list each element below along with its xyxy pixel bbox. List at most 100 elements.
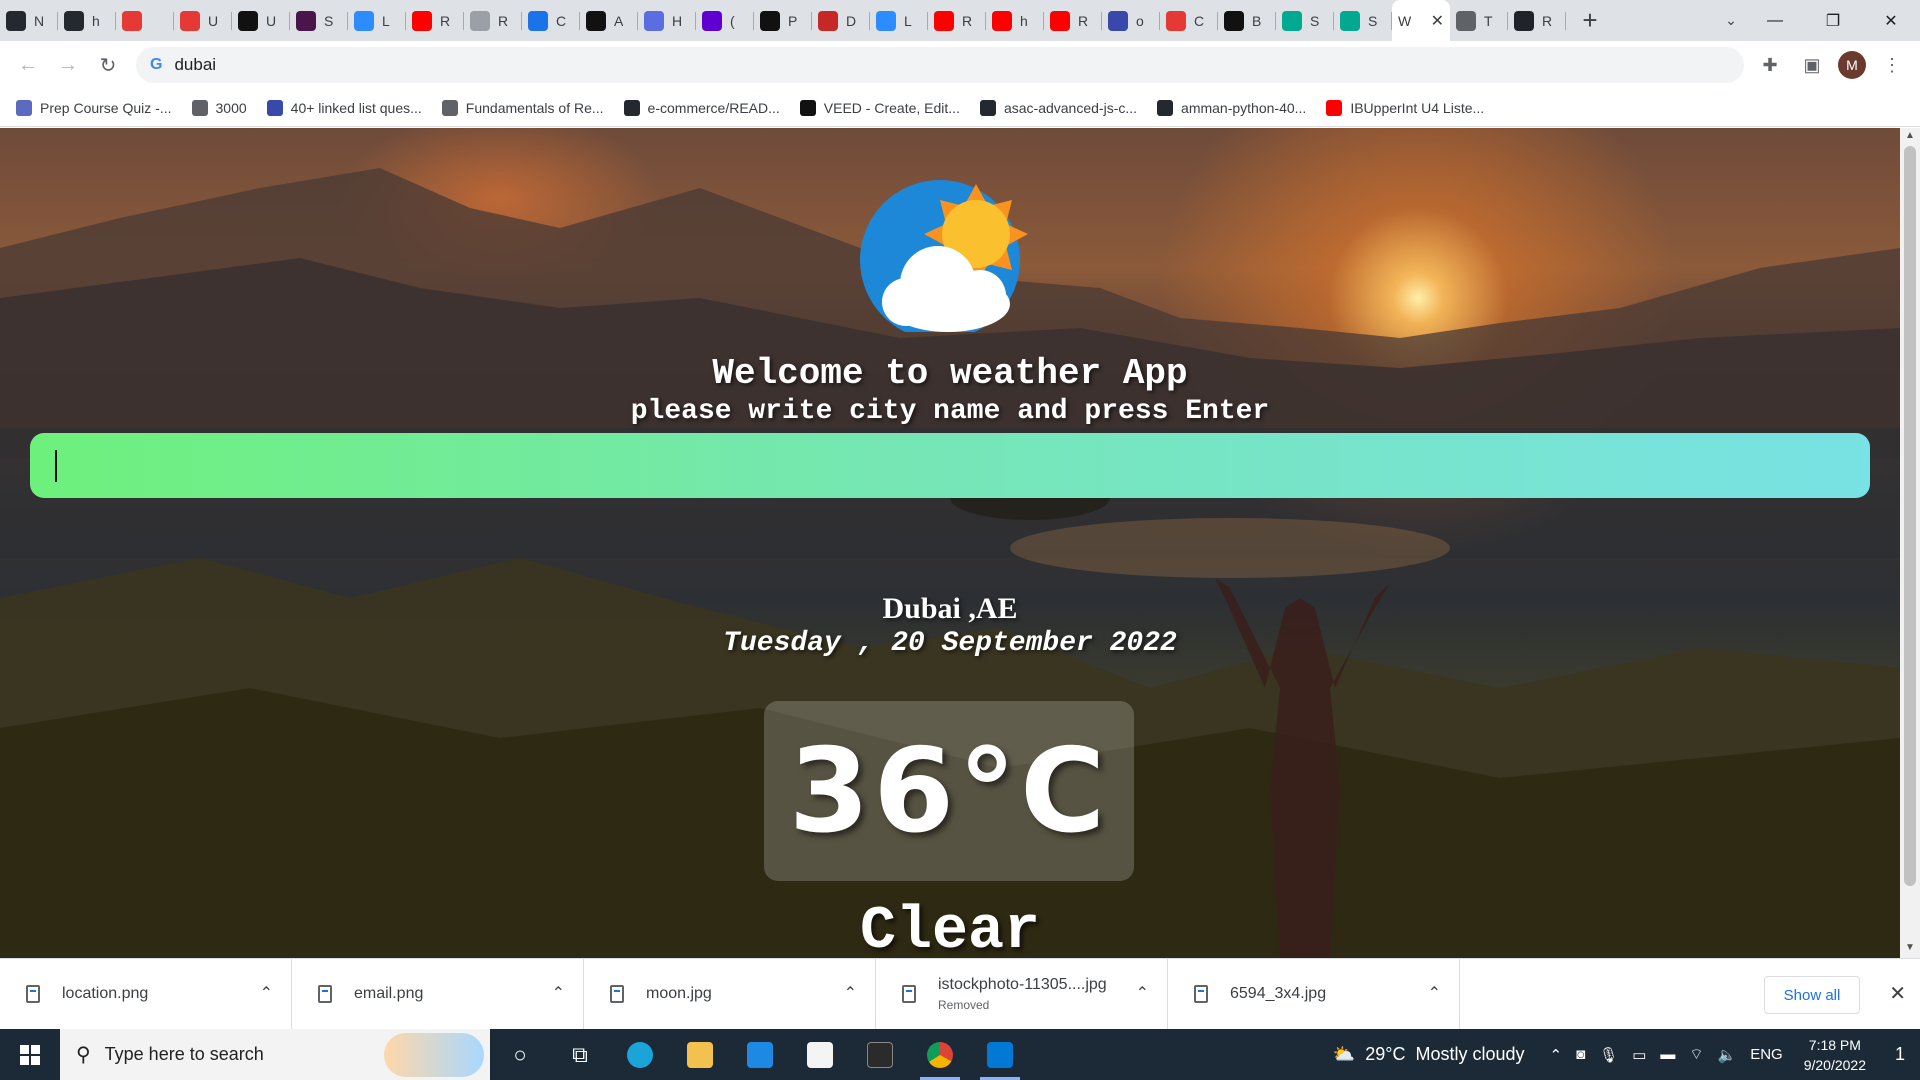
tab-search-chevron-icon[interactable]: ⌄ — [1716, 8, 1746, 32]
chevron-up-icon[interactable]: ⌃ — [1428, 983, 1441, 1003]
browser-tab[interactable]: R — [406, 0, 464, 41]
close-downloads-icon[interactable]: ✕ — [1889, 981, 1906, 1006]
forward-button[interactable]: → — [48, 45, 88, 85]
bookmark-favicon-icon — [623, 99, 640, 116]
browser-tab[interactable]: H — [638, 0, 696, 41]
minimize-button[interactable]: — — [1746, 0, 1804, 41]
browser-tab[interactable]: S — [290, 0, 348, 41]
new-tab-button[interactable]: + — [1572, 3, 1608, 39]
microsoft-store-icon[interactable] — [790, 1029, 850, 1080]
task-view-icon[interactable]: ⧉ — [550, 1029, 610, 1080]
chevron-up-icon[interactable]: ⌃ — [552, 983, 565, 1003]
address-bar[interactable]: G dubai — [136, 47, 1744, 83]
download-filename: 6594_3x4.jpg — [1230, 985, 1327, 1002]
browser-tab[interactable]: C — [1160, 0, 1218, 41]
taskbar-search-placeholder: Type here to search — [104, 1044, 264, 1064]
reload-button[interactable]: ↻ — [88, 45, 128, 85]
close-window-button[interactable]: ✕ — [1862, 0, 1920, 41]
download-item[interactable]: moon.jpg ⌃ — [584, 958, 876, 1030]
browser-tab[interactable]: h — [58, 0, 116, 41]
browser-tab[interactable]: R — [928, 0, 986, 41]
bookmark-item[interactable]: 40+ linked list ques... — [266, 99, 422, 116]
city-name: Dubai ,AE — [882, 592, 1018, 625]
bookmark-item[interactable]: VEED - Create, Edit... — [799, 99, 960, 116]
display-icon[interactable]: ▭ — [1632, 1046, 1646, 1064]
download-item[interactable]: 6594_3x4.jpg ⌃ — [1168, 958, 1460, 1030]
back-button[interactable]: ← — [8, 45, 48, 85]
maximize-button[interactable]: ❐ — [1804, 0, 1862, 41]
browser-tab[interactable]: C — [522, 0, 580, 41]
edge-icon[interactable] — [610, 1029, 670, 1080]
tab-title: C — [556, 12, 567, 29]
bookmark-label: 3000 — [215, 99, 247, 116]
browser-tab[interactable]: U — [174, 0, 232, 41]
chevron-up-icon[interactable]: ⌃ — [1136, 983, 1149, 1003]
browser-tab[interactable]: h — [986, 0, 1044, 41]
taskbar-weather-widget[interactable]: ⛅ 29°C Mostly cloudy — [1333, 1044, 1525, 1065]
file-explorer-icon[interactable] — [670, 1029, 730, 1080]
browser-tab[interactable]: L — [348, 0, 406, 41]
menu-kebab-icon[interactable]: ⋮ — [1876, 49, 1908, 81]
input-language[interactable]: ENG — [1750, 1046, 1783, 1063]
bookmark-item[interactable]: Prep Course Quiz -... — [16, 99, 172, 116]
browser-tab[interactable]: N — [0, 0, 58, 41]
bookmark-item[interactable]: 3000 — [191, 99, 247, 116]
side-panel-icon[interactable]: ▣ — [1796, 49, 1828, 81]
terminal-icon[interactable] — [850, 1029, 910, 1080]
battery-icon[interactable]: ▬ — [1660, 1046, 1675, 1063]
extensions-puzzle-icon[interactable]: ✚ — [1754, 49, 1786, 81]
mail-icon[interactable] — [730, 1029, 790, 1080]
volume-icon[interactable]: 🔈 — [1718, 1046, 1737, 1064]
notification-center-icon[interactable]: 1 — [1880, 1029, 1920, 1080]
camera-icon[interactable]: ◙ — [1576, 1046, 1585, 1063]
browser-tab[interactable]: D — [812, 0, 870, 41]
circle-icon — [644, 10, 664, 31]
browser-tab[interactable]: L — [870, 0, 928, 41]
browser-tab[interactable]: W ✕ — [1392, 0, 1450, 41]
bookmark-item[interactable]: IBUpperInt U4 Liste... — [1326, 99, 1484, 116]
browser-tab[interactable] — [116, 0, 174, 41]
show-all-downloads-button[interactable]: Show all — [1764, 976, 1860, 1014]
browser-tab[interactable]: R — [1044, 0, 1102, 41]
wifi-icon[interactable]: ⌔ — [1689, 1045, 1703, 1064]
profile-avatar[interactable]: M — [1838, 51, 1866, 79]
chevron-up-icon[interactable]: ⌃ — [260, 983, 273, 1003]
start-button[interactable] — [0, 1029, 60, 1080]
cortana-icon[interactable]: ○ — [490, 1029, 550, 1080]
browser-tab[interactable]: T — [1450, 0, 1508, 41]
chevron-up-icon[interactable]: ⌃ — [844, 983, 857, 1003]
city-search-input[interactable] — [30, 433, 1870, 498]
download-item[interactable]: location.png ⌃ — [0, 958, 292, 1030]
browser-tab[interactable]: A — [580, 0, 638, 41]
browser-tab[interactable]: B — [1218, 0, 1276, 41]
bookmark-item[interactable]: e-commerce/READ... — [623, 99, 780, 116]
microphone-icon[interactable]: 🎙 — [1599, 1046, 1618, 1064]
tab-title: R — [440, 12, 451, 29]
browser-tab[interactable]: S — [1276, 0, 1334, 41]
bookmark-item[interactable]: amman-python-40... — [1157, 99, 1306, 116]
browser-tab[interactable]: P — [754, 0, 812, 41]
scroll-down-arrow-icon[interactable]: ▼ — [1900, 942, 1920, 958]
close-tab-icon[interactable]: ✕ — [1431, 11, 1444, 31]
browser-tab[interactable]: U — [232, 0, 290, 41]
browser-tab[interactable]: R — [464, 0, 522, 41]
download-item[interactable]: email.png ⌃ — [292, 958, 584, 1030]
system-clock[interactable]: 7:18 PM 9/20/2022 — [1804, 1035, 1866, 1075]
scroll-up-arrow-icon[interactable]: ▲ — [1900, 130, 1920, 146]
browser-tab[interactable]: R — [1508, 0, 1566, 41]
tab-title: h — [92, 12, 100, 29]
bookmark-item[interactable]: asac-advanced-js-c... — [979, 99, 1137, 116]
page-scrollbar[interactable]: ▲ ▼ — [1900, 128, 1920, 958]
taskbar-search-box[interactable]: ⚲ Type here to search — [60, 1029, 490, 1080]
globe-icon — [1456, 10, 1476, 31]
vscode-icon[interactable] — [970, 1029, 1030, 1080]
browser-tab[interactable]: o — [1102, 0, 1160, 41]
browser-tab[interactable]: ( — [696, 0, 754, 41]
chrome-icon[interactable] — [910, 1029, 970, 1080]
github-icon — [64, 10, 84, 31]
bookmark-item[interactable]: Fundamentals of Re... — [441, 99, 604, 116]
browser-tab[interactable]: S — [1334, 0, 1392, 41]
download-item[interactable]: istockphoto-11305....jpg Removed ⌃ — [876, 958, 1168, 1030]
show-hidden-icons-chevron-icon[interactable]: ⌃ — [1550, 1046, 1563, 1064]
scrollbar-thumb[interactable] — [1904, 146, 1916, 886]
